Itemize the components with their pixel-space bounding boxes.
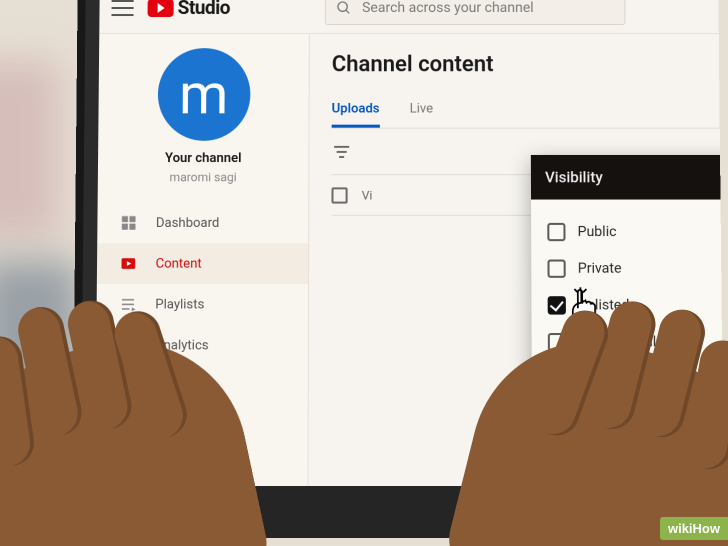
sidebar-label: Dashboard: [156, 215, 220, 230]
option-label: Public: [578, 224, 617, 240]
search-input[interactable]: Search across your channel: [325, 0, 626, 25]
search-icon: [336, 0, 352, 16]
content-icon: [119, 254, 137, 272]
sidebar-item-dashboard[interactable]: Dashboard: [97, 203, 308, 244]
popover-title: Visibility: [545, 168, 603, 186]
topbar: Studio Search across your channel: [99, 0, 718, 34]
checkbox-unlisted[interactable]: [548, 296, 566, 314]
tabs: Uploads Live: [332, 93, 720, 128]
tab-live[interactable]: Live: [410, 93, 433, 127]
your-channel-label: Your channel: [165, 151, 242, 166]
option-private[interactable]: Private: [547, 250, 724, 287]
sidebar-label: Content: [156, 256, 202, 271]
option-label: Private: [578, 261, 622, 277]
youtube-play-icon: [148, 0, 174, 17]
dashboard-icon: [120, 214, 138, 232]
channel-header: m Your channel maromi sagi: [98, 48, 309, 202]
filter-icon[interactable]: [332, 141, 352, 161]
channel-name: maromi sagi: [170, 170, 237, 184]
channel-avatar[interactable]: m: [157, 48, 250, 141]
badge-how: How: [693, 521, 720, 536]
sidebar-label: Playlists: [155, 297, 204, 312]
sidebar-item-content[interactable]: Content: [97, 243, 308, 284]
tab-uploads[interactable]: Uploads: [332, 93, 380, 127]
wikihow-badge: wikiHow: [660, 517, 728, 540]
popover-header: Visibility ✕: [531, 155, 724, 200]
col-video: Vi: [362, 188, 373, 202]
badge-wiki: wiki: [668, 521, 693, 536]
menu-icon[interactable]: [111, 0, 133, 16]
search-placeholder: Search across your channel: [362, 0, 534, 16]
brand-name: Studio: [178, 0, 230, 19]
select-all-checkbox[interactable]: [331, 187, 347, 203]
checkbox-private[interactable]: [547, 260, 565, 278]
checkbox-public[interactable]: [547, 223, 565, 241]
studio-logo[interactable]: Studio: [148, 0, 231, 19]
page-title: Channel content: [332, 52, 719, 77]
option-public[interactable]: Public: [547, 214, 724, 251]
